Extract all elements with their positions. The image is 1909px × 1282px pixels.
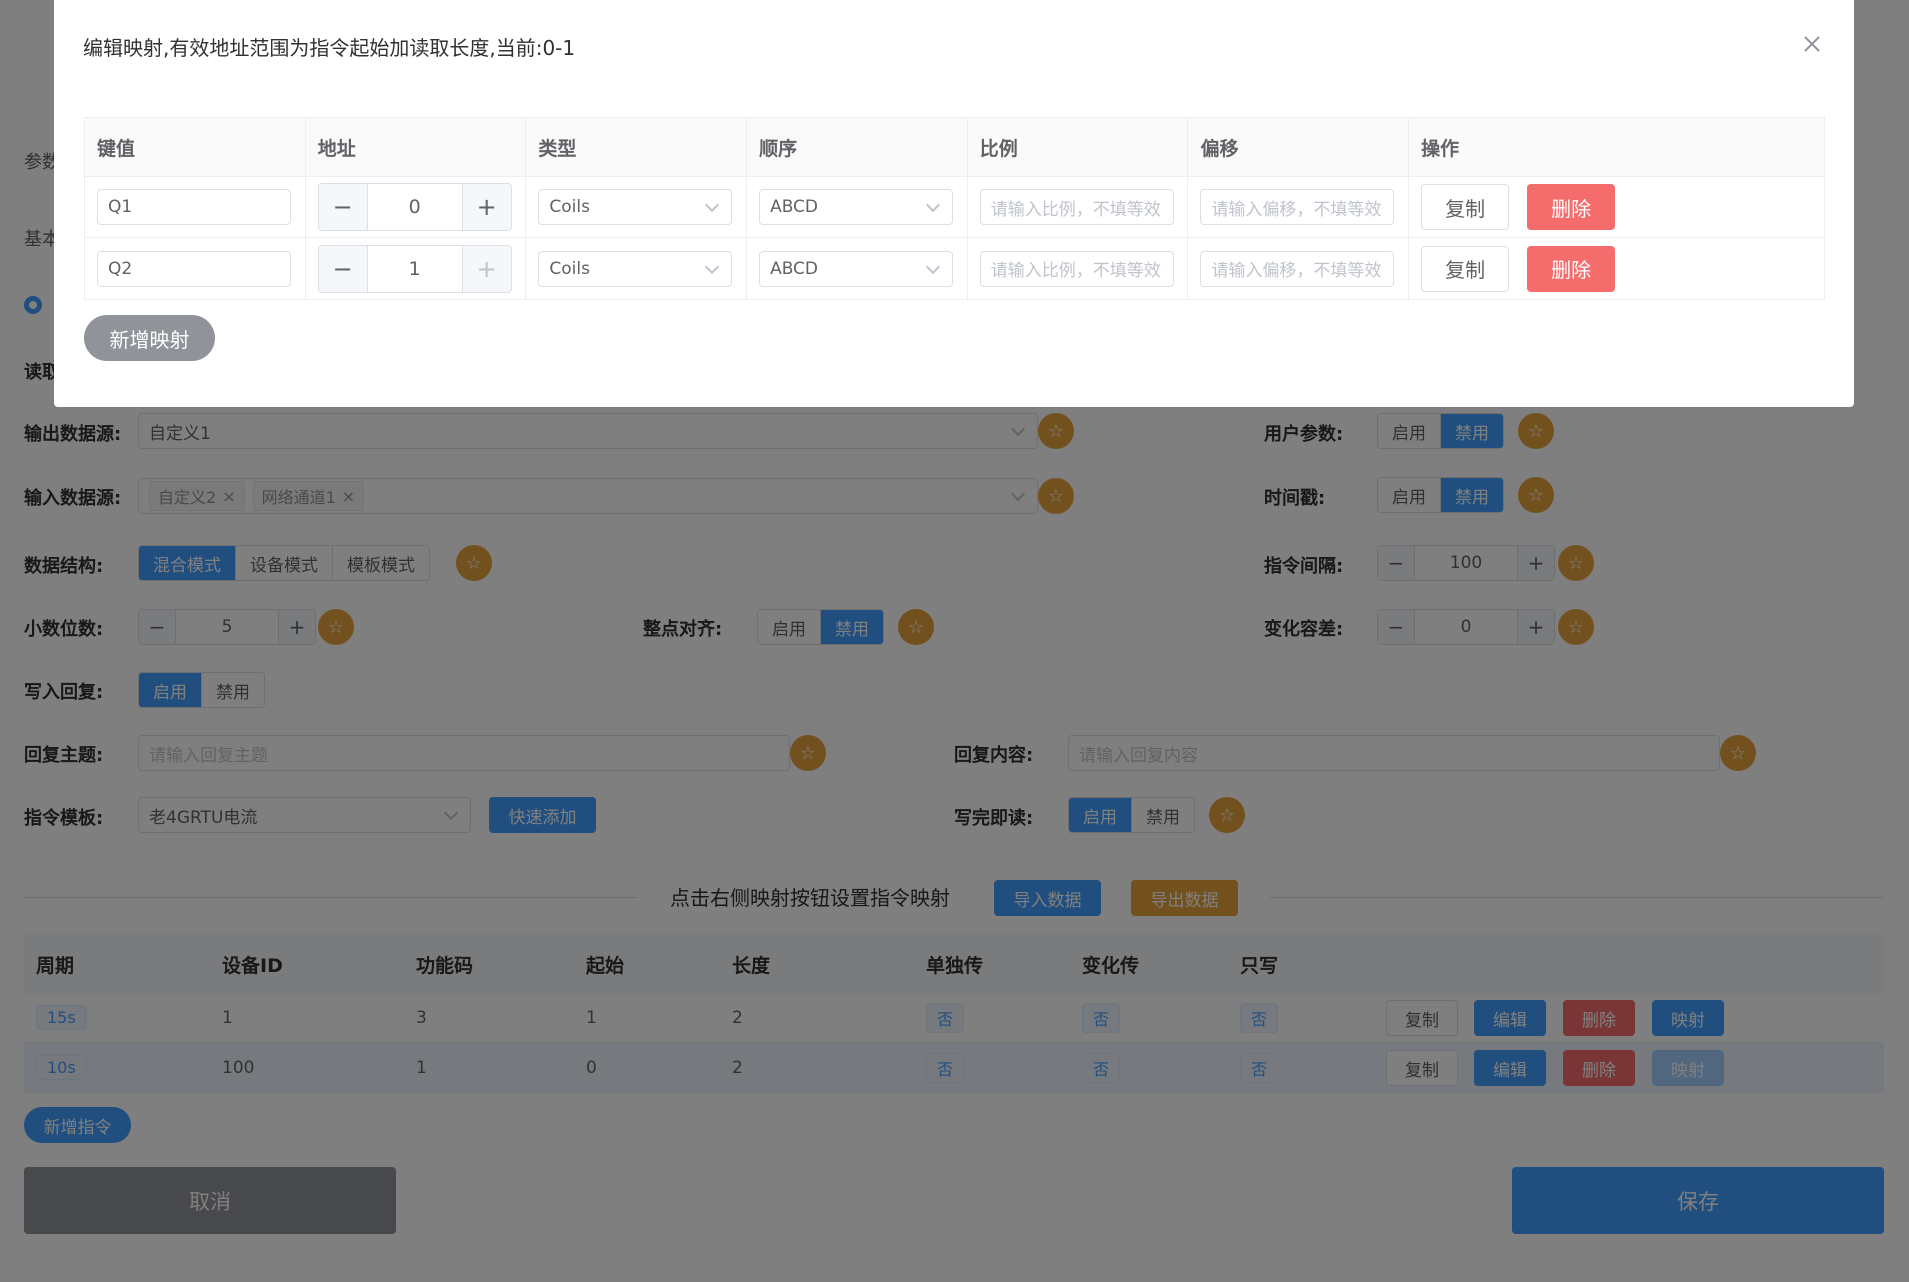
table-row: Q2 − 1 + Coils ABCD 请输入比例，不填等效 请输入偏移，不填等… (85, 238, 1824, 299)
mapping-table: 键值 地址 类型 顺序 比例 偏移 操作 Q1 − 0 + Coils ABCD… (84, 117, 1825, 300)
key-input[interactable]: Q2 (97, 250, 291, 287)
close-icon[interactable] (1800, 32, 1824, 56)
delete-button[interactable]: 删除 (1527, 184, 1616, 230)
key-input[interactable]: Q1 (97, 189, 291, 225)
copy-button[interactable]: 复制 (1421, 184, 1510, 230)
chevron-down-icon (705, 197, 720, 213)
add-mapping-button[interactable]: 新增映射 (84, 315, 215, 361)
order-select[interactable]: ABCD (759, 189, 954, 225)
plus-icon[interactable]: + (462, 245, 511, 292)
order-select[interactable]: ABCD (759, 250, 954, 287)
table-row: Q1 − 0 + Coils ABCD 请输入比例，不填等效 请输入偏移，不填等… (85, 177, 1824, 238)
type-value: Coils (549, 258, 590, 279)
address-stepper[interactable]: − 1 + (317, 244, 512, 293)
th-type: 类型 (526, 118, 748, 176)
scale-input[interactable]: 请输入比例，不填等效 (979, 250, 1174, 287)
th-scale: 比例 (968, 118, 1189, 176)
th-actions: 操作 (1421, 137, 1460, 160)
type-select[interactable]: Coils (538, 189, 733, 225)
offset-input[interactable]: 请输入偏移，不填等效 (1200, 189, 1395, 225)
scale-input[interactable]: 请输入比例，不填等效 (979, 189, 1174, 225)
order-value: ABCD (770, 258, 819, 279)
type-value: Coils (549, 197, 590, 217)
order-value: ABCD (770, 197, 819, 217)
type-select[interactable]: Coils (538, 250, 733, 287)
th-address: 地址 (306, 118, 527, 176)
th-key: 键值 (85, 118, 306, 176)
chevron-down-icon (925, 197, 941, 213)
plus-icon[interactable]: + (462, 184, 511, 230)
chevron-down-icon (705, 259, 720, 274)
offset-input[interactable]: 请输入偏移，不填等效 (1200, 250, 1395, 287)
address-value[interactable]: 0 (366, 184, 463, 230)
address-value[interactable]: 1 (366, 245, 463, 292)
th-order: 顺序 (747, 118, 968, 176)
dialog-title: 编辑映射,有效地址范围为指令起始加读取长度,当前:0-1 (83, 36, 576, 60)
minus-icon[interactable]: − (318, 245, 367, 292)
delete-button[interactable]: 删除 (1527, 245, 1616, 292)
edit-mapping-dialog: 编辑映射,有效地址范围为指令起始加读取长度,当前:0-1 键值 地址 类型 顺序… (54, 0, 1854, 407)
minus-icon[interactable]: − (318, 184, 367, 230)
copy-button[interactable]: 复制 (1421, 245, 1510, 292)
th-offset: 偏移 (1188, 118, 1410, 176)
address-stepper[interactable]: − 0 + (317, 183, 512, 231)
chevron-down-icon (925, 259, 941, 274)
table-header: 键值 地址 类型 顺序 比例 偏移 操作 (85, 118, 1824, 177)
